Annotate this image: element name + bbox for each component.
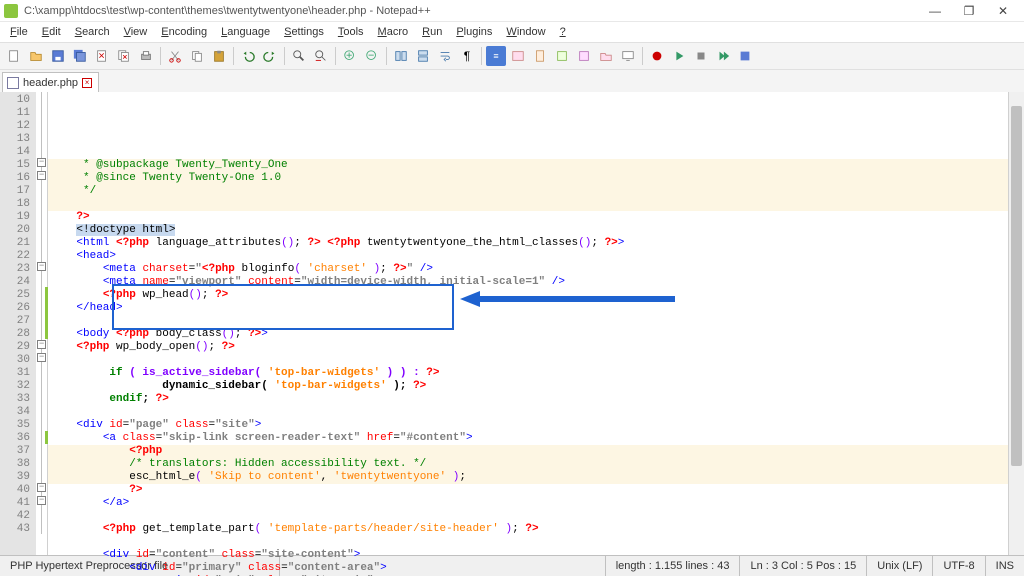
menu-settings[interactable]: Settings <box>278 24 330 40</box>
wrap-icon[interactable] <box>435 46 455 66</box>
cut-icon[interactable] <box>165 46 185 66</box>
indent-guide-icon[interactable]: ≡ <box>486 46 506 66</box>
function-list-icon[interactable] <box>574 46 594 66</box>
code-area[interactable]: * @subpackage Twenty_Twenty_One * @since… <box>48 92 1008 555</box>
tab-close-icon[interactable]: × <box>82 78 92 88</box>
sync-v-icon[interactable] <box>391 46 411 66</box>
replace-icon[interactable] <box>311 46 331 66</box>
close-button[interactable]: ✕ <box>986 1 1020 21</box>
play-multi-icon[interactable] <box>713 46 733 66</box>
menu-macro[interactable]: Macro <box>372 24 415 40</box>
line-numbers: 1011121314151617181920212223242526272829… <box>0 92 36 555</box>
menu-plugins[interactable]: Plugins <box>450 24 498 40</box>
menu-edit[interactable]: Edit <box>36 24 67 40</box>
redo-icon[interactable] <box>260 46 280 66</box>
arrow-annotation <box>460 291 675 307</box>
toolbar: ¶ ≡ <box>0 42 1024 70</box>
titlebar: C:\xampp\htdocs\test\wp-content\themes\t… <box>0 0 1024 22</box>
menu-window[interactable]: Window <box>500 24 551 40</box>
menu-view[interactable]: View <box>118 24 154 40</box>
menu-language[interactable]: Language <box>215 24 276 40</box>
new-file-icon[interactable] <box>4 46 24 66</box>
menu-?[interactable]: ? <box>554 24 572 40</box>
folder-workspace-icon[interactable] <box>596 46 616 66</box>
vertical-scrollbar[interactable] <box>1008 92 1024 555</box>
open-file-icon[interactable] <box>26 46 46 66</box>
maximize-button[interactable]: ❐ <box>952 1 986 21</box>
record-icon[interactable] <box>647 46 667 66</box>
menu-search[interactable]: Search <box>69 24 116 40</box>
paste-icon[interactable] <box>209 46 229 66</box>
tab-label: header.php <box>23 77 78 89</box>
zoom-out-icon[interactable] <box>362 46 382 66</box>
sync-h-icon[interactable] <box>413 46 433 66</box>
doc-map-icon[interactable] <box>530 46 550 66</box>
monitor-icon[interactable] <box>618 46 638 66</box>
doc-list-icon[interactable] <box>552 46 572 66</box>
print-icon[interactable] <box>136 46 156 66</box>
file-icon <box>7 77 19 89</box>
play-icon[interactable] <box>669 46 689 66</box>
file-tab[interactable]: header.php × <box>2 72 99 92</box>
find-icon[interactable] <box>289 46 309 66</box>
menu-encoding[interactable]: Encoding <box>155 24 213 40</box>
menu-file[interactable]: File <box>4 24 34 40</box>
menu-run[interactable]: Run <box>416 24 448 40</box>
menu-tools[interactable]: Tools <box>332 24 370 40</box>
undo-icon[interactable] <box>238 46 258 66</box>
minimize-button[interactable]: — <box>918 1 952 21</box>
tabbar: header.php × <box>0 70 1024 92</box>
save-all-icon[interactable] <box>70 46 90 66</box>
close-file-icon[interactable] <box>92 46 112 66</box>
close-all-icon[interactable] <box>114 46 134 66</box>
save-macro-icon[interactable] <box>735 46 755 66</box>
stop-icon[interactable] <box>691 46 711 66</box>
app-icon <box>4 4 18 18</box>
editor: 1011121314151617181920212223242526272829… <box>0 92 1024 555</box>
show-chars-icon[interactable]: ¶ <box>457 46 477 66</box>
zoom-in-icon[interactable] <box>340 46 360 66</box>
folder-margin-icon[interactable] <box>508 46 528 66</box>
copy-icon[interactable] <box>187 46 207 66</box>
window-title: C:\xampp\htdocs\test\wp-content\themes\t… <box>24 5 918 17</box>
save-icon[interactable] <box>48 46 68 66</box>
menubar: FileEditSearchViewEncodingLanguageSettin… <box>0 22 1024 42</box>
